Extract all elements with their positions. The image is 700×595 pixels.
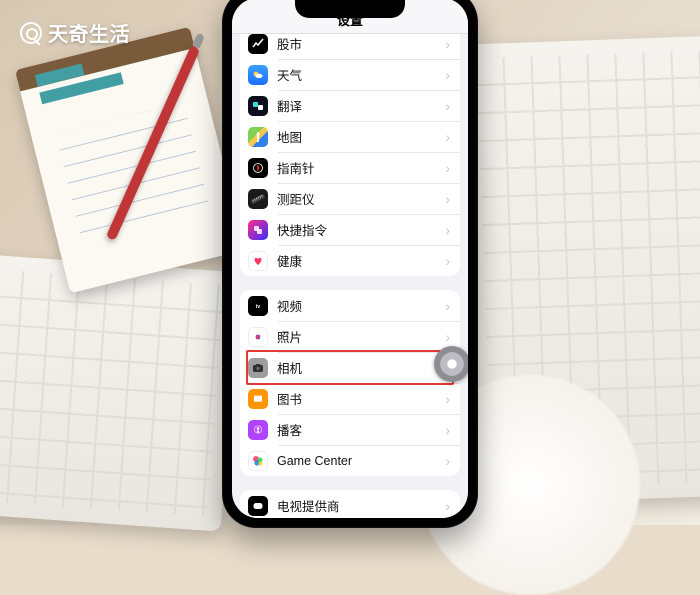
settings-scroll[interactable]: 股市 › 天气 › 翻译 › [232,34,468,518]
row-camera[interactable]: 相机 › [240,352,460,383]
maps-icon [248,127,268,147]
weather-icon [248,65,268,85]
row-compass[interactable]: 指南针 › [240,152,460,183]
health-icon [248,251,268,271]
row-health[interactable]: 健康 › [240,245,460,276]
camera-icon [248,358,268,378]
stocks-icon [248,34,268,54]
chevron-right-icon: › [445,222,450,238]
row-label: 照片 [277,327,436,346]
row-books[interactable]: 图书 › [240,383,460,414]
photos-icon [248,327,268,347]
keyboard-left [0,248,239,531]
phone-frame: 设置 股市 › 天气 › [222,0,478,528]
row-label: 快捷指令 [277,220,436,239]
watermark: 天奇生活 [20,18,130,47]
books-icon [248,389,268,409]
watermark-text: 天奇生活 [48,18,130,47]
row-label: 测距仪 [277,189,436,208]
chevron-right-icon: › [445,67,450,83]
phone-notch [295,0,405,18]
row-label: 电视提供商 [277,496,436,515]
row-gamecenter[interactable]: Game Center › [240,445,460,476]
chevron-right-icon: › [445,453,450,469]
settings-group-1: 股市 › 天气 › 翻译 › [240,34,460,276]
chevron-right-icon: › [445,36,450,52]
row-label: 视频 [277,296,436,315]
chevron-right-icon: › [445,129,450,145]
row-photos[interactable]: 照片 › [240,321,460,352]
row-tvprovider[interactable]: 电视提供商 › [240,490,460,518]
tvprovider-icon [248,496,268,516]
row-measure[interactable]: 测距仪 › [240,183,460,214]
translate-icon [248,96,268,116]
row-label: 健康 [277,251,436,270]
chevron-right-icon: › [445,160,450,176]
row-label: 播客 [277,420,436,439]
shortcuts-icon [248,220,268,240]
row-label: 地图 [277,127,436,146]
svg-text:tv: tv [256,304,261,310]
chevron-right-icon: › [445,98,450,114]
row-label: 天气 [277,65,436,84]
row-label: 指南针 [277,158,436,177]
gamecenter-icon [248,451,268,471]
tv-icon: tv [248,296,268,316]
compass-icon [248,158,268,178]
row-tv[interactable]: tv 视频 › [240,290,460,321]
row-podcasts[interactable]: 播客 › [240,414,460,445]
row-label: 股市 [277,34,436,53]
row-maps[interactable]: 地图 › [240,121,460,152]
measure-icon [248,189,268,209]
row-label: 图书 [277,389,436,408]
chevron-right-icon: › [445,329,450,345]
chevron-right-icon: › [445,191,450,207]
settings-group-3: 电视提供商 › [240,490,460,518]
podcasts-icon [248,420,268,440]
chevron-right-icon: › [445,253,450,269]
row-stocks[interactable]: 股市 › [240,34,460,59]
settings-group-2: tv 视频 › 照片 › 相机 › [240,290,460,476]
watermark-icon [20,22,42,44]
row-weather[interactable]: 天气 › [240,59,460,90]
row-shortcuts[interactable]: 快捷指令 › [240,214,460,245]
chevron-right-icon: › [445,422,450,438]
assistive-touch-button[interactable] [434,346,468,382]
phone-screen: 设置 股市 › 天气 › [232,0,468,518]
chevron-right-icon: › [445,498,450,514]
row-label: 相机 [277,358,436,377]
row-label: Game Center [277,454,436,468]
row-label: 翻译 [277,96,436,115]
chevron-right-icon: › [445,298,450,314]
row-translate[interactable]: 翻译 › [240,90,460,121]
chevron-right-icon: › [445,391,450,407]
